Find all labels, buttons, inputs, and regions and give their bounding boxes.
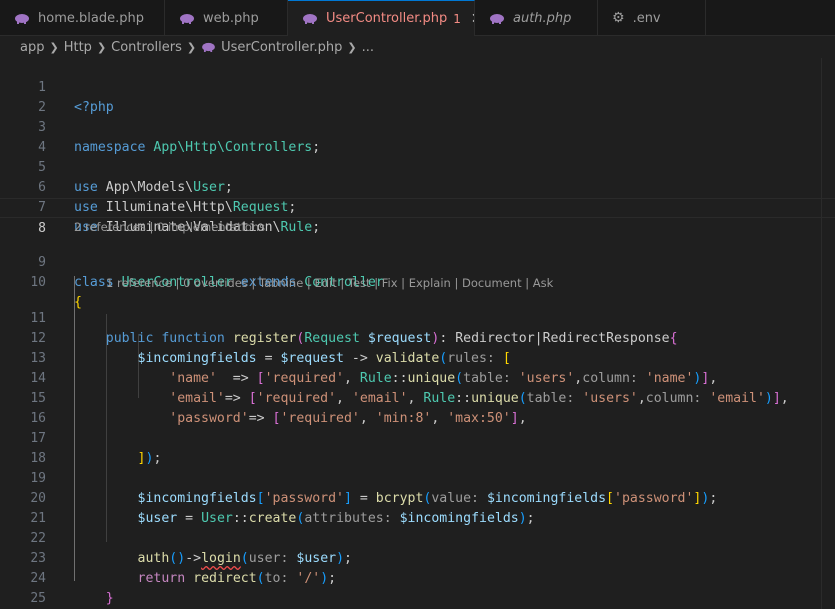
code-line: 2 [0, 78, 835, 115]
tab-usercontroller[interactable]: UserController.php 1 ✕ [288, 0, 475, 36]
breadcrumb-item[interactable]: Http [64, 40, 92, 55]
code-line: 21 [0, 489, 835, 526]
tab-label: UserController.php [326, 11, 448, 26]
php-elephant-icon [303, 14, 317, 24]
code-line: 16 [0, 389, 835, 426]
code-line: 24 } [0, 549, 835, 606]
code-line-current: 8 [0, 198, 835, 236]
php-elephant-icon [202, 42, 215, 52]
code-line: 5 use App\Models\User; [0, 138, 835, 195]
code-line: 19 $incomingfields['password'] = bcrypt(… [0, 449, 835, 506]
breadcrumb-item[interactable]: ... [362, 40, 374, 55]
breadcrumb-item[interactable]: app [20, 40, 44, 55]
chevron-right-icon: ❯ [186, 40, 197, 54]
code-line: 7 use Illuminate\Validation\Rule; [0, 178, 835, 235]
code-line: 10 { [0, 253, 835, 310]
breadcrumb: app ❯ Http ❯ Controllers ❯ UserControlle… [0, 36, 835, 58]
code-line: 1 <?php [0, 58, 835, 115]
code-line: 9 class UserController extends Controlle… [0, 233, 835, 290]
code-line: 18 [0, 429, 835, 466]
vertical-scrollbar[interactable] [821, 58, 835, 609]
code-editor[interactable]: 1 <?php 2 3 namespace App\Http\Controlle… [0, 58, 835, 609]
php-elephant-icon [490, 13, 504, 24]
code-line: 25 } [0, 569, 835, 606]
php-elephant-icon [15, 13, 29, 24]
code-line: 3 namespace App\Http\Controllers; [0, 98, 835, 155]
chevron-right-icon: ❯ [96, 40, 107, 54]
code-line: 4 [0, 118, 835, 155]
code-line: 26 [0, 589, 835, 609]
tab-label: web.php [203, 10, 259, 26]
code-line: 13 'name' => ['required', Rule::unique(t… [0, 329, 835, 386]
code-line: 17 ]); [0, 409, 835, 466]
code-line: 22 auth()->login(user: $user); [0, 509, 835, 566]
code-line: 20 $user = User::create(attributes: $inc… [0, 469, 835, 526]
code-line: 6 use Illuminate\Http\Request; [0, 158, 835, 215]
chevron-right-icon: ❯ [49, 40, 59, 54]
gear-icon: ⚙ [612, 10, 625, 26]
code-line: 11 public function register(Request $req… [0, 289, 835, 346]
breadcrumb-item[interactable]: UserController.php [221, 40, 342, 55]
breadcrumb-item[interactable]: Controllers [111, 40, 182, 55]
tab-label: auth.php [513, 10, 572, 26]
tab-web[interactable]: web.php [165, 0, 288, 36]
tab-label: home.blade.php [38, 10, 144, 26]
code-line: 23 return redirect(to: '/'); [0, 529, 835, 586]
tab-home-blade[interactable]: home.blade.php [0, 0, 165, 36]
tab-label: .env [632, 10, 661, 26]
problem-count-badge: 1 [453, 11, 461, 26]
editor-tab-bar: home.blade.php web.php UserController.ph… [0, 0, 835, 36]
tab-auth[interactable]: auth.php [475, 0, 598, 36]
php-elephant-icon [180, 13, 194, 24]
code-line: 15 'password'=> ['required', 'min:8', 'm… [0, 369, 835, 426]
code-line: 14 'email'=> ['required', 'email', Rule:… [0, 349, 835, 406]
chevron-right-icon: ❯ [347, 40, 357, 54]
code-line: 12 $incomingfields = $request -> validat… [0, 309, 835, 366]
tab-env[interactable]: ⚙ .env [598, 0, 706, 36]
